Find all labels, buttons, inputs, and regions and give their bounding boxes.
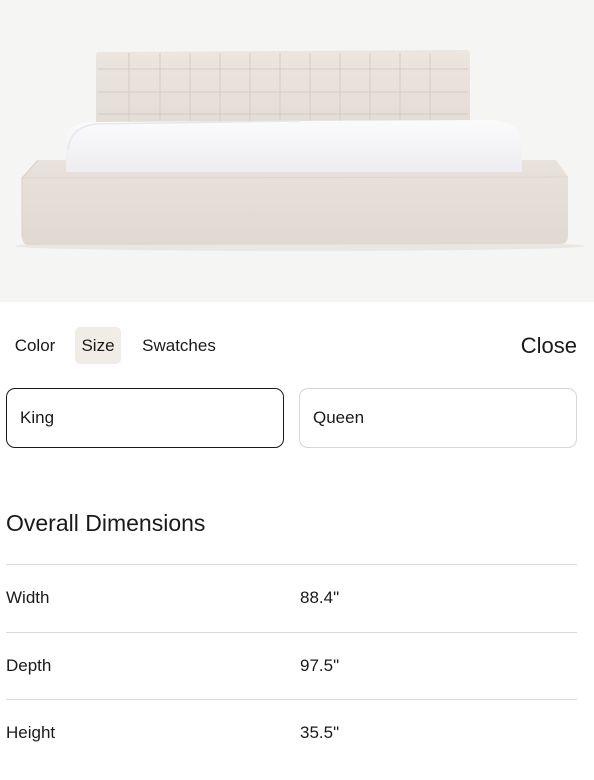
dimension-row-depth: Depth 97.5" <box>6 631 577 700</box>
size-option-queen[interactable]: Queen <box>299 388 577 448</box>
bed-illustration <box>15 50 585 251</box>
dimension-label: Depth <box>6 655 52 675</box>
dimension-value: 97.5" <box>300 655 340 675</box>
dimension-row-height: Height 35.5" <box>6 699 577 767</box>
product-image <box>0 0 594 302</box>
dimension-value: 88.4" <box>300 588 340 608</box>
product-options-tabs: Color Size Swatches Close <box>0 326 594 366</box>
dimension-label: Width <box>6 588 50 608</box>
close-button[interactable]: Close <box>521 326 577 366</box>
dimension-label: Height <box>6 723 56 743</box>
size-option-king[interactable]: King <box>6 388 284 448</box>
tab-swatches[interactable]: Swatches <box>132 327 226 364</box>
section-title-overall-dimensions: Overall Dimensions <box>6 510 206 536</box>
dimension-row-width: Width 88.4" <box>6 564 577 632</box>
tab-color[interactable]: Color <box>6 327 64 364</box>
dimensions-table: Width 88.4" Depth 97.5" Height 35.5" <box>6 564 577 767</box>
dimension-value: 35.5" <box>300 723 340 743</box>
tab-size[interactable]: Size <box>75 327 121 364</box>
